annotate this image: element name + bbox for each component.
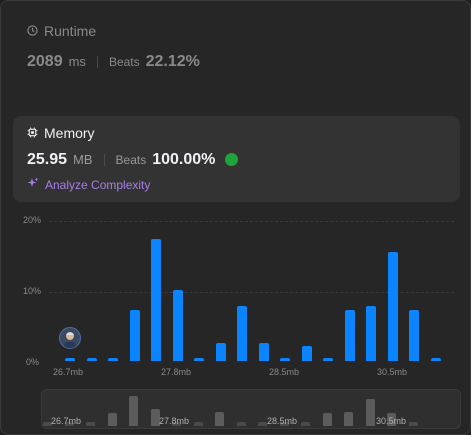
y-tick-10: 10%	[23, 286, 42, 296]
memory-beats-label: Beats	[115, 153, 147, 167]
histogram-bar[interactable]	[172, 289, 183, 361]
navigator-bar	[301, 422, 310, 426]
gridline	[49, 221, 454, 222]
navigator-bar	[236, 421, 246, 426]
y-tick-20: 20%	[23, 215, 42, 225]
hands-up-icon	[225, 153, 239, 166]
memory-beats-value: 100.00%	[152, 151, 216, 168]
analyze-complexity-label: Analyze Complexity	[45, 177, 151, 192]
navigator-x-tick: 26.7mb	[51, 416, 82, 426]
clock-icon	[27, 23, 38, 39]
x-tick: 30.5mb	[377, 367, 408, 377]
navigator-x-tick: 30.5mb	[376, 416, 407, 426]
sparkle-icon	[27, 177, 39, 192]
histogram-bar[interactable]	[108, 357, 118, 361]
memory-unit: MB	[73, 152, 93, 167]
memory-title: Memory	[44, 125, 95, 141]
runtime-value: 2089	[27, 53, 63, 70]
y-tick-0: 0%	[26, 357, 40, 367]
analyze-complexity-button[interactable]: Analyze Complexity	[27, 177, 150, 192]
x-tick: 27.8mb	[161, 367, 192, 377]
runtime-beats-label: Beats	[108, 55, 140, 69]
performance-panel: Runtime 2089 ms Beats 22.12% Memory 25.9…	[0, 0, 471, 435]
navigator-bar	[322, 413, 332, 426]
navigator-x-tick: 27.8mb	[159, 416, 190, 426]
navigator-bar	[129, 396, 138, 426]
runtime-unit: ms	[68, 54, 86, 69]
x-tick: 26.7mb	[53, 367, 84, 377]
histogram-bar[interactable]	[301, 346, 312, 361]
histogram-bar[interactable]	[215, 342, 226, 361]
navigator-bar	[107, 413, 117, 426]
histogram-bar[interactable]	[129, 309, 140, 361]
memory-card[interactable]: Memory 25.95 MB Beats 100.00% Analyze Co…	[13, 116, 460, 202]
navigator-bar	[193, 421, 203, 426]
navigator-bar	[408, 422, 418, 426]
runtime-beats-value: 22.12%	[145, 53, 200, 70]
memory-value: 25.95	[27, 151, 68, 168]
histogram-bar[interactable]	[387, 251, 398, 361]
histogram-bar[interactable]	[344, 309, 355, 361]
x-tick: 28.5mb	[269, 367, 300, 377]
memory-chip-icon	[27, 125, 38, 141]
navigator-bar	[258, 422, 267, 426]
navigator-bar	[215, 412, 224, 426]
histogram-bar[interactable]	[237, 305, 247, 361]
divider	[96, 56, 98, 68]
histogram-bar[interactable]	[366, 305, 376, 361]
navigator-bar	[86, 422, 95, 426]
divider	[103, 154, 105, 166]
runtime-title: Runtime	[44, 23, 97, 39]
histogram-bar[interactable]	[430, 357, 441, 361]
user-avatar[interactable]	[59, 327, 81, 349]
histogram-bar[interactable]	[65, 357, 75, 361]
histogram-bar[interactable]	[151, 238, 161, 361]
histogram-bar[interactable]	[323, 357, 333, 361]
histogram-bar[interactable]	[194, 357, 204, 361]
histogram-bar[interactable]	[86, 357, 97, 361]
histogram-bar[interactable]	[409, 309, 419, 361]
range-navigator[interactable]: 26.7mb 27.8mb 28.5mb 30.5mb	[41, 389, 461, 429]
navigator-bar	[365, 399, 375, 426]
runtime-card[interactable]: Runtime 2089 ms Beats 22.12%	[27, 23, 200, 71]
navigator-bar	[344, 412, 353, 426]
navigator-x-tick: 28.5mb	[267, 416, 298, 426]
histogram-bar[interactable]	[280, 357, 290, 361]
histogram-bar[interactable]	[258, 342, 269, 361]
